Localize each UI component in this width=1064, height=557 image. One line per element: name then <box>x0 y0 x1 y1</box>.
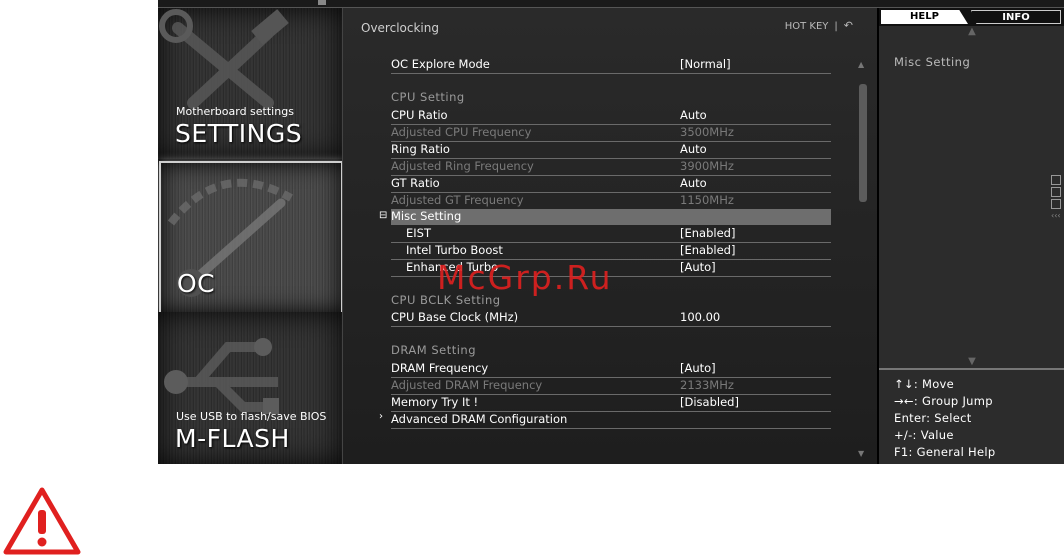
scroll-down-icon[interactable]: ▼ <box>957 356 987 367</box>
hotkey-label[interactable]: HOT KEY <box>785 21 829 32</box>
expand-arrow-icon[interactable]: › <box>379 411 383 422</box>
collapse-icon[interactable]: ⊟ <box>379 210 387 221</box>
ring-ratio-row[interactable]: Ring Ratio Auto <box>391 142 831 159</box>
dram-section-header: DRAM Setting <box>391 343 477 357</box>
hotkey-bar: HOT KEY | ↶ <box>785 19 853 32</box>
row-value: [Disabled] <box>680 395 739 409</box>
back-icon[interactable]: ↶ <box>844 19 853 32</box>
gt-ratio-row[interactable]: GT Ratio Auto <box>391 176 831 193</box>
row-value: 2133MHz <box>680 378 734 392</box>
warning-icon <box>3 487 81 555</box>
scrollbar-thumb[interactable] <box>859 84 867 202</box>
row-label: Adjusted DRAM Frequency <box>391 378 543 392</box>
adjusted-ring-frequency-row: Adjusted Ring Frequency 3900MHz <box>391 159 831 176</box>
panel-toggle-icon[interactable] <box>1051 199 1061 209</box>
mflash-subtitle: Use USB to flash/save BIOS <box>176 410 327 423</box>
settings-tile[interactable]: Motherboard settings SETTINGS <box>158 8 342 159</box>
hotkey-separator: | <box>834 21 838 32</box>
key-legend: ↑↓: Move →←: Group Jump Enter: Select +/… <box>894 376 995 461</box>
row-label: Adjusted CPU Frequency <box>391 125 532 139</box>
row-label: Advanced DRAM Configuration <box>391 412 568 426</box>
row-label: Misc Setting <box>391 209 462 223</box>
oc-title: OC <box>177 269 216 298</box>
row-label: Ring Ratio <box>391 142 450 156</box>
row-value: [Enabled] <box>680 243 736 257</box>
panel-title: Overclocking <box>361 21 439 35</box>
row-label: Intel Turbo Boost <box>406 243 503 257</box>
misc-setting-row[interactable]: Misc Setting <box>391 209 831 225</box>
scroll-up-icon[interactable]: ▲ <box>957 26 987 37</box>
row-value: [Auto] <box>680 260 716 274</box>
panel-toggle-icon[interactable] <box>1051 187 1061 197</box>
row-label: Adjusted Ring Frequency <box>391 159 534 173</box>
watermark: McGrp.Ru <box>437 258 613 297</box>
adjusted-dram-frequency-row: Adjusted DRAM Frequency 2133MHz <box>391 378 831 395</box>
cpu-base-clock-row[interactable]: CPU Base Clock (MHz) 100.00 <box>391 310 831 327</box>
row-label: CPU Ratio <box>391 108 448 122</box>
row-value: 3900MHz <box>680 159 734 173</box>
top-strip <box>158 0 1064 8</box>
dram-frequency-row[interactable]: DRAM Frequency [Auto] <box>391 361 831 378</box>
row-value: Auto <box>680 108 707 122</box>
help-divider <box>879 368 1064 370</box>
row-label: EIST <box>406 226 431 240</box>
key-select: Enter: Select <box>894 411 972 425</box>
scroll-up-icon[interactable]: ▲ <box>858 60 864 69</box>
scrollbar[interactable]: ▲ ▼ <box>857 58 869 458</box>
mflash-tile[interactable]: Use USB to flash/save BIOS M-FLASH <box>158 312 342 464</box>
top-strip-marker <box>318 0 326 5</box>
advanced-dram-configuration-row[interactable]: Advanced DRAM Configuration <box>391 412 831 429</box>
adjusted-gt-frequency-row: Adjusted GT Frequency 1150MHz <box>391 193 831 210</box>
settings-subtitle: Motherboard settings <box>176 105 294 118</box>
row-label: GT Ratio <box>391 176 440 190</box>
row-value: 1150MHz <box>680 193 734 207</box>
row-label: Memory Try It ! <box>391 395 479 409</box>
row-label: Adjusted GT Frequency <box>391 193 524 207</box>
memory-try-it-row[interactable]: Memory Try It ! [Disabled] <box>391 395 831 412</box>
row-value: Auto <box>680 142 707 156</box>
adjusted-cpu-frequency-row: Adjusted CPU Frequency 3500MHz <box>391 125 831 142</box>
oc-tile[interactable]: OC <box>159 161 343 314</box>
bios-screen: Motherboard settings SETTINGS OC Use USB… <box>158 0 1064 464</box>
row-value: [Enabled] <box>680 226 736 240</box>
oc-explore-mode-row[interactable]: OC Explore Mode [Normal] <box>391 57 831 74</box>
overclocking-panel: Overclocking HOT KEY | ↶ OC Explore Mode [… <box>342 8 877 464</box>
help-tabs: HELP INFO <box>879 8 1064 26</box>
row-label: CPU Base Clock (MHz) <box>391 310 519 324</box>
cpu-section-header: CPU Setting <box>391 90 465 104</box>
row-label: OC Explore Mode <box>391 57 490 71</box>
mflash-title: M-FLASH <box>175 424 290 453</box>
row-value: Auto <box>680 176 707 190</box>
key-general-help: F1: General Help <box>894 445 996 459</box>
help-panel: HELP INFO ▲ Misc Setting ‹‹‹ ▼ ↑↓: Move … <box>879 8 1064 464</box>
row-value: 3500MHz <box>680 125 734 139</box>
side-panel-icons: ‹‹‹ <box>1051 175 1061 220</box>
row-label: DRAM Frequency <box>391 361 489 375</box>
key-value: +/-: Value <box>894 428 954 442</box>
panel-toggle-icon[interactable] <box>1051 175 1061 185</box>
eist-row[interactable]: EIST [Enabled] <box>391 226 831 243</box>
row-value: [Auto] <box>680 361 716 375</box>
collapse-arrows-icon[interactable]: ‹‹‹ <box>1051 211 1061 220</box>
tab-help[interactable]: HELP <box>881 10 968 24</box>
settings-title: SETTINGS <box>175 119 303 148</box>
scroll-down-icon[interactable]: ▼ <box>858 449 864 458</box>
key-move: ↑↓: Move <box>894 377 955 391</box>
key-group-jump: →←: Group Jump <box>894 394 993 408</box>
cpu-ratio-row[interactable]: CPU Ratio Auto <box>391 108 831 125</box>
row-value: [Normal] <box>680 57 731 71</box>
help-text: Misc Setting <box>894 55 971 69</box>
tab-info[interactable]: INFO <box>971 10 1061 24</box>
row-value: 100.00 <box>680 310 721 324</box>
